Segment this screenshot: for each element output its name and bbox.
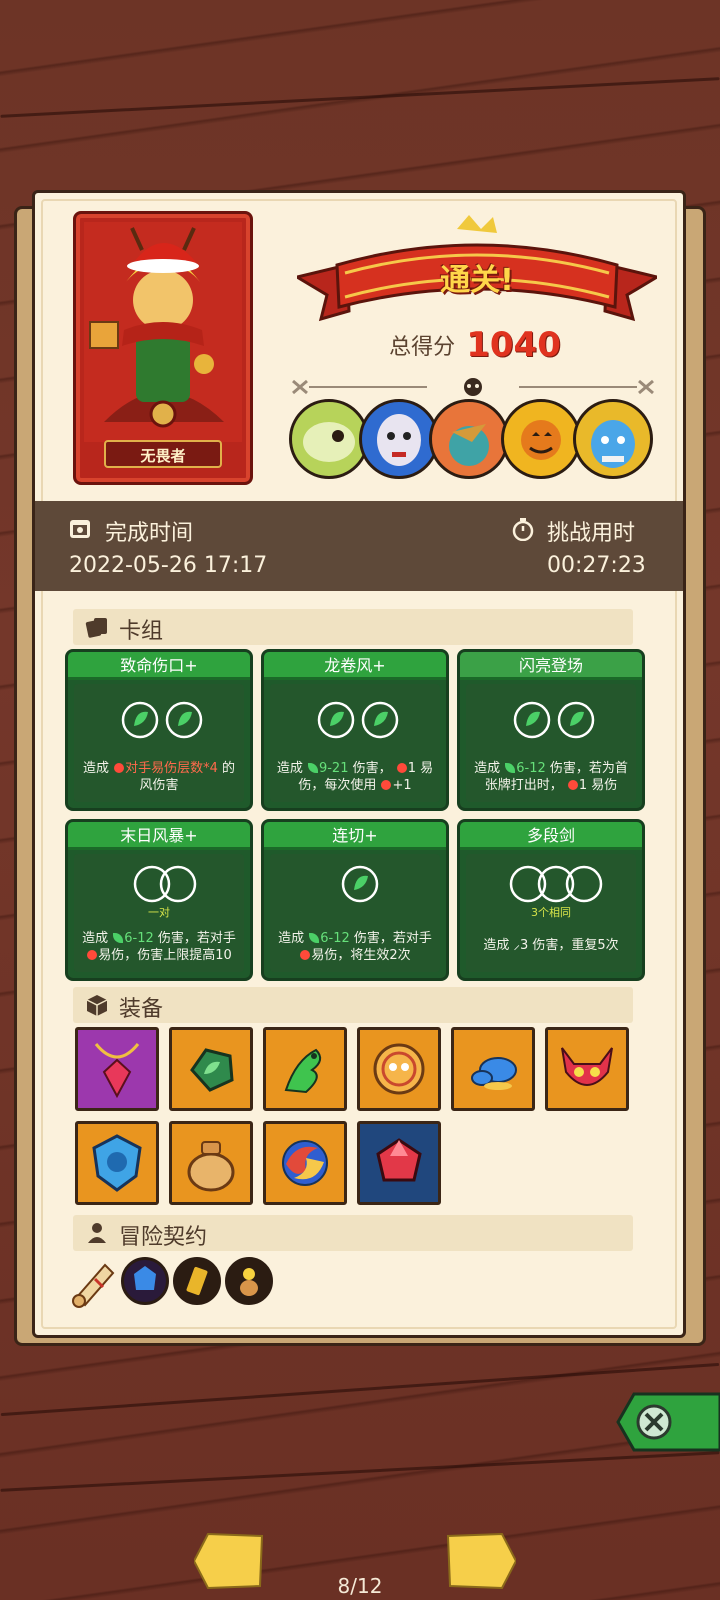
blue-crystal-icon[interactable] (121, 1257, 169, 1305)
calendar-icon (70, 520, 90, 538)
deck-section-title: 卡组 (119, 619, 164, 644)
blue-slime-icon[interactable] (451, 1027, 535, 1111)
duration-value: 00:27:23 (547, 553, 646, 578)
dice-slots-icon (121, 701, 203, 739)
card-body: 一对 造成 6-12 伤害，若对手 易伤，伤害上限提高10 (74, 854, 244, 972)
scroll-icon[interactable] (69, 1257, 119, 1311)
dice-slot-icon (341, 865, 379, 903)
close-button[interactable] (608, 1392, 720, 1452)
defeated-bosses (289, 399, 669, 483)
hero-name: 无畏者 (104, 440, 222, 468)
lizard-skull-boss-icon[interactable] (289, 399, 369, 479)
card-body: 造成 6-12 伤害，若为首张牌打出时， 1 易伤 (466, 684, 636, 802)
finish-time-value: 2022-05-26 17:17 (69, 553, 268, 578)
card-chain-cut[interactable]: 连切+ 造成 6-12 伤害，若对手 易伤，将生效2次 (261, 819, 449, 981)
card-grand-entrance[interactable]: 闪亮登场 造成 6-12 伤害，若为首张牌打出时， 1 易伤 (457, 649, 645, 811)
equipment-section-title: 装备 (119, 997, 164, 1022)
card-body: 3个相同 造成 ⸝3 伤害，重复5次 (466, 854, 636, 972)
victory-banner: 通关! (293, 215, 661, 325)
hero-portrait (84, 222, 242, 442)
card-description: 造成 ⸝3 伤害，重复5次 (483, 938, 619, 953)
swirl-orb-icon[interactable] (263, 1121, 347, 1205)
card-description: 造成 6-12 伤害，若对手 易伤，伤害上限提高10 (82, 931, 236, 963)
stopwatch-icon (512, 518, 534, 541)
triple-slots-icon (509, 865, 603, 903)
card-doom-storm[interactable]: 末日风暴+ 一对 造成 6-12 伤害，若对手 易伤，伤害上限提高10 (65, 819, 253, 981)
ruby-necklace-icon[interactable] (75, 1027, 159, 1111)
card-tornado[interactable]: 龙卷风+ 造成 9-21 伤害， 1 易伤，每次使用 +1 (261, 649, 449, 811)
card-title: 末日风暴+ (68, 822, 250, 850)
next-page-button[interactable] (446, 1532, 516, 1590)
card-title: 多段剑 (460, 822, 642, 850)
dice-requirement: 3个相同 (531, 906, 571, 919)
card-title: 闪亮登场 (460, 652, 642, 680)
time-band: 完成时间 2022-05-26 17:17 挑战用时 00:27:23 (35, 501, 683, 591)
card-title: 连切+ (264, 822, 446, 850)
score-value: 1040 (466, 325, 561, 365)
red-demon-mask-icon[interactable] (545, 1027, 629, 1111)
flower-vase-icon[interactable] (225, 1257, 273, 1305)
dice-requirement: 一对 (148, 906, 170, 919)
orange-coin-icon[interactable] (357, 1027, 441, 1111)
page-indicator: 8/12 (337, 1574, 383, 1598)
finish-time-label: 完成时间 (105, 521, 194, 546)
contract-section-title: 冒险契约 (119, 1225, 208, 1250)
card-description: 造成 9-21 伤害， 1 易伤，每次使用 +1 (276, 761, 434, 793)
bird-rider-boss-icon[interactable] (429, 399, 509, 479)
equipment-section-header: 装备 (73, 987, 633, 1023)
card-description: 造成 对手易伤层数*4 的风伤害 (82, 761, 236, 793)
contract-section-header: 冒险契约 (73, 1215, 633, 1251)
pumpkin-sun-boss-icon[interactable] (501, 399, 581, 479)
card-body: 造成 6-12 伤害，若对手 易伤，将生效2次 (270, 854, 440, 972)
card-body: 造成 9-21 伤害， 1 易伤，每次使用 +1 (270, 684, 440, 802)
cards-icon (85, 618, 107, 638)
golden-tag-icon[interactable] (173, 1257, 221, 1305)
deck-section-header: 卡组 (73, 609, 633, 645)
result-panel: 无畏者 通关! 总得分 1040 完成时间 2022-05-26 17:17 挑… (32, 190, 686, 1338)
banner-title: 通关! (440, 263, 514, 298)
skull-divider (292, 378, 654, 396)
red-gem-icon[interactable] (357, 1121, 441, 1205)
person-icon (88, 1223, 106, 1243)
blue-demon-boss-icon[interactable] (573, 399, 653, 479)
score-row: 总得分 1040 (325, 325, 625, 365)
card-description: 造成 6-12 伤害，若对手 易伤，将生效2次 (278, 931, 432, 963)
pair-slots-icon (133, 865, 197, 903)
coin-sack-icon[interactable] (169, 1121, 253, 1205)
box-icon (86, 995, 108, 1016)
green-stone-icon[interactable] (169, 1027, 253, 1111)
card-title: 龙卷风+ (264, 652, 446, 680)
dice-slots-icon (317, 701, 399, 739)
duration-label: 挑战用时 (547, 521, 636, 546)
blue-crest-shield-icon[interactable] (75, 1121, 159, 1205)
card-multi-sword[interactable]: 多段剑 3个相同 造成 ⸝3 伤害，重复5次 (457, 819, 645, 981)
card-description: 造成 6-12 伤害，若为首张牌打出时， 1 易伤 (474, 761, 628, 793)
hero-card[interactable]: 无畏者 (73, 211, 253, 485)
card-fatal-wound[interactable]: 致命伤口+ 造成 对手易伤层数*4 的风伤害 (65, 649, 253, 811)
prev-page-button[interactable] (194, 1532, 264, 1590)
score-label: 总得分 (389, 335, 456, 360)
dice-slots-icon (513, 701, 595, 739)
card-title: 致命伤口+ (68, 652, 250, 680)
card-body: 造成 对手易伤层数*4 的风伤害 (74, 684, 244, 802)
green-dragon-icon[interactable] (263, 1027, 347, 1111)
masked-face-boss-icon[interactable] (359, 399, 439, 479)
